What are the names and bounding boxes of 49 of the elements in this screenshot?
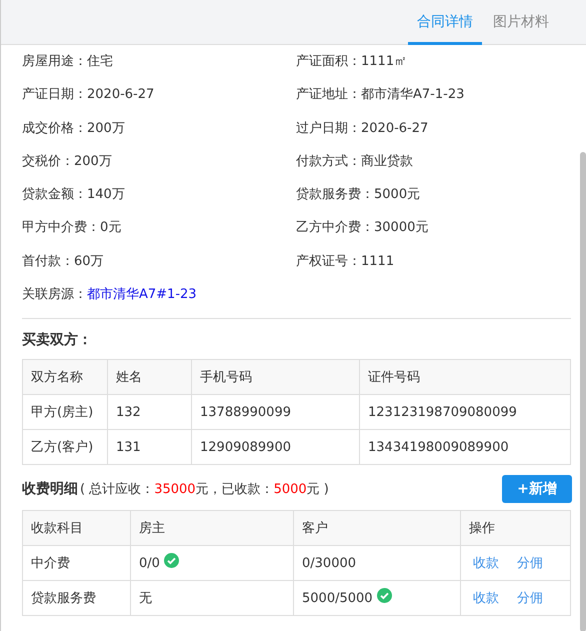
table-cell: 13788990099 [192,394,360,430]
field-text: 产权证号：1111 [296,252,396,271]
field-text: 首付款：60万 [22,252,105,271]
table-cell: 131 [108,430,192,465]
action-link[interactable]: 分佣 [517,556,543,572]
action-link[interactable]: 收款 [473,591,499,606]
column-header: 操作 [460,510,570,546]
column-header: 证件号码 [360,360,570,395]
column-header: 收款科目 [22,510,130,546]
field-text: 贷款服务费：5000元 [296,186,422,204]
tab[interactable]: 图片材料 [484,0,558,45]
action-link[interactable]: 收款 [473,556,499,572]
column-header: 双方名称 [22,360,108,395]
field-label: 关联房源： [22,287,87,302]
table-cell: 贷款服务费 [22,580,130,616]
table-cell-text: 0/0 [139,556,160,571]
column-header: 手机号码 [192,360,360,395]
section-title: 买卖双方： [22,331,93,350]
table-cell: 132 [108,394,192,430]
section-title: 收费明细 [22,481,78,498]
fee-summary: ( 总计应收：35000元，已收款：5000元 ) [80,482,329,498]
table-cell: 甲方(房主) [22,394,108,430]
tab[interactable]: 合同详情 [408,0,482,45]
listing-link[interactable]: 都市清华A7#1-23 [87,287,197,302]
field-text: 房屋用途：住宅 [22,53,114,71]
column-header: 客户 [294,510,460,546]
table-cell-text: 5000/5000 [302,590,373,606]
field-text: 付款方式：商业贷款 [296,152,414,171]
field-text: 甲方中介费：0元 [22,219,122,238]
field-text: 产证地址：都市清华A7-1-23 [296,86,466,104]
scrollbar-thumb[interactable] [580,152,586,631]
table-cell-text: 0/30000 [302,556,356,571]
table-cell: 123123198709080099 [360,394,570,430]
field-text: 交税价：200万 [22,152,113,171]
column-header: 房主 [130,510,294,546]
add-button[interactable]: +新增 [502,475,572,504]
table-cell: 13434198009089900 [360,430,570,465]
action-link[interactable]: 分佣 [517,591,543,606]
table-cell: 乙方(客户) [22,430,108,465]
field-text: 过户日期：2020-6-27 [296,120,430,138]
table-cell-text: 无 [139,590,152,608]
field-text: 贷款金额：140万 [22,186,126,204]
field-text: 成交价格：200万 [22,120,126,138]
field-text: 产证面积：1111㎡ [296,53,408,71]
table-cell: 中介费 [22,546,130,581]
field-text: 产证日期：2020-6-27 [22,86,156,104]
field-text: 乙方中介费：30000元 [296,219,430,238]
table-cell: 12909089900 [192,430,360,465]
column-header: 姓名 [108,360,192,395]
